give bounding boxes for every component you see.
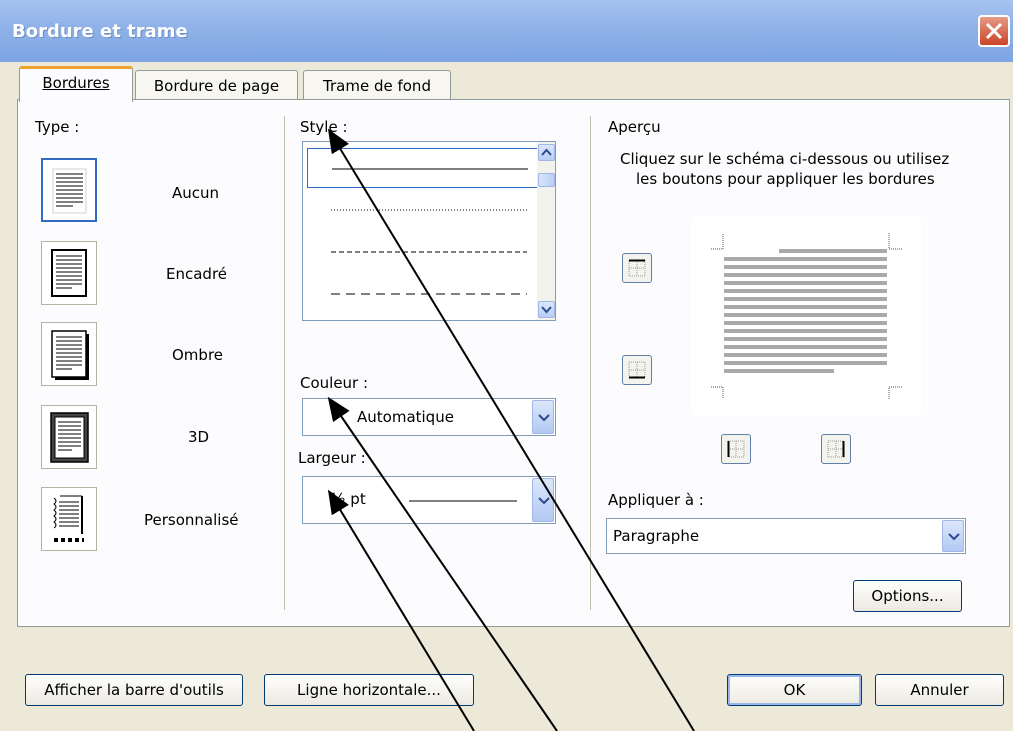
arrow-to-style [327, 128, 695, 731]
annotation-arrows [327, 128, 695, 731]
arrow-to-width [327, 489, 475, 731]
tab-bordures[interactable]: Bordures [19, 66, 133, 102]
tab-bordures-label: Bordures [42, 74, 110, 92]
